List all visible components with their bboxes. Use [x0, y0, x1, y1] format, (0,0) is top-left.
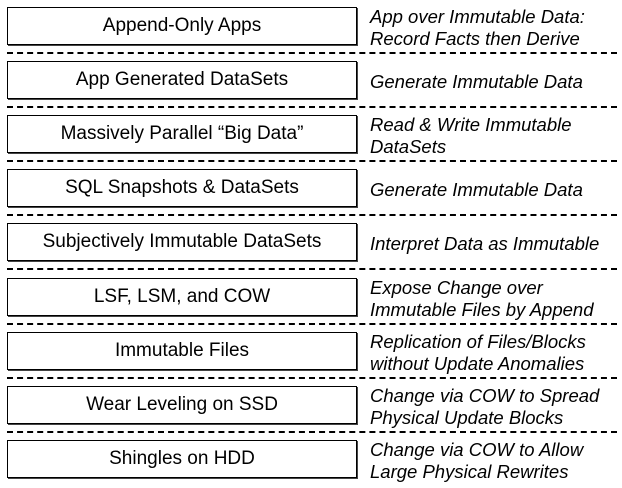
layer-box-sql-snapshots-datasets: SQL Snapshots & DataSets — [7, 169, 357, 207]
layer-box-append-only-apps: Append-Only Apps — [7, 7, 357, 45]
layer-description-subjectively-immutable-datasets: Interpret Data as Immutable — [370, 222, 620, 266]
layer-separator — [7, 431, 617, 433]
description-line: Large Physical Rewrites — [370, 461, 569, 482]
description-line: DataSets — [370, 136, 447, 157]
layer-description-sql-snapshots-datasets: Generate Immutable Data — [370, 168, 620, 212]
layer-box-subjectively-immutable-datasets: Subjectively Immutable DataSets — [7, 223, 357, 261]
description-line: Immutable Files by Append — [370, 299, 594, 320]
layer-separator — [7, 214, 617, 216]
layer-box-shingles-hdd: Shingles on HDD — [7, 440, 357, 478]
description-line: App over Immutable Data: — [370, 6, 585, 27]
description-line: Generate Immutable Data — [370, 179, 583, 200]
layer-box-app-generated-datasets: App Generated DataSets — [7, 61, 357, 99]
layer-box-wear-leveling-ssd: Wear Leveling on SSD — [7, 386, 357, 424]
layer-stack-diagram: Append-Only Apps App over Immutable Data… — [0, 0, 622, 488]
layer-description-wear-leveling-ssd: Change via COW to Spread Physical Update… — [370, 385, 620, 429]
description-line: Interpret Data as Immutable — [370, 233, 600, 254]
description-line: Read & Write Immutable — [370, 114, 572, 135]
description-line: Record Facts then Derive — [370, 28, 580, 49]
layer-description-massively-parallel-big-data: Read & Write Immutable DataSets — [370, 114, 620, 158]
layer-separator — [7, 323, 617, 325]
layer-separator — [7, 377, 617, 379]
layer-description-append-only-apps: App over Immutable Data: Record Facts th… — [370, 6, 620, 50]
layer-separator — [7, 160, 617, 162]
description-line: without Update Anomalies — [370, 353, 585, 374]
description-line: Replication of Files/Blocks — [370, 331, 586, 352]
description-line: Generate Immutable Data — [370, 71, 583, 92]
layer-separator — [7, 106, 617, 108]
layer-box-massively-parallel-big-data: Massively Parallel “Big Data” — [7, 115, 357, 153]
layer-box-immutable-files: Immutable Files — [7, 332, 357, 370]
description-line: Change via COW to Spread — [370, 385, 600, 406]
description-line: Change via COW to Allow — [370, 439, 584, 460]
description-line: Expose Change over — [370, 277, 543, 298]
layer-separator — [7, 52, 617, 54]
layer-description-lsf-lsm-cow: Expose Change over Immutable Files by Ap… — [370, 277, 620, 321]
layer-description-immutable-files: Replication of Files/Blocks without Upda… — [370, 331, 620, 375]
layer-description-shingles-hdd: Change via COW to Allow Large Physical R… — [370, 439, 620, 483]
layer-separator — [7, 268, 617, 270]
layer-box-lsf-lsm-cow: LSF, LSM, and COW — [7, 278, 357, 316]
layer-description-app-generated-datasets: Generate Immutable Data — [370, 60, 620, 104]
description-line: Physical Update Blocks — [370, 407, 564, 428]
